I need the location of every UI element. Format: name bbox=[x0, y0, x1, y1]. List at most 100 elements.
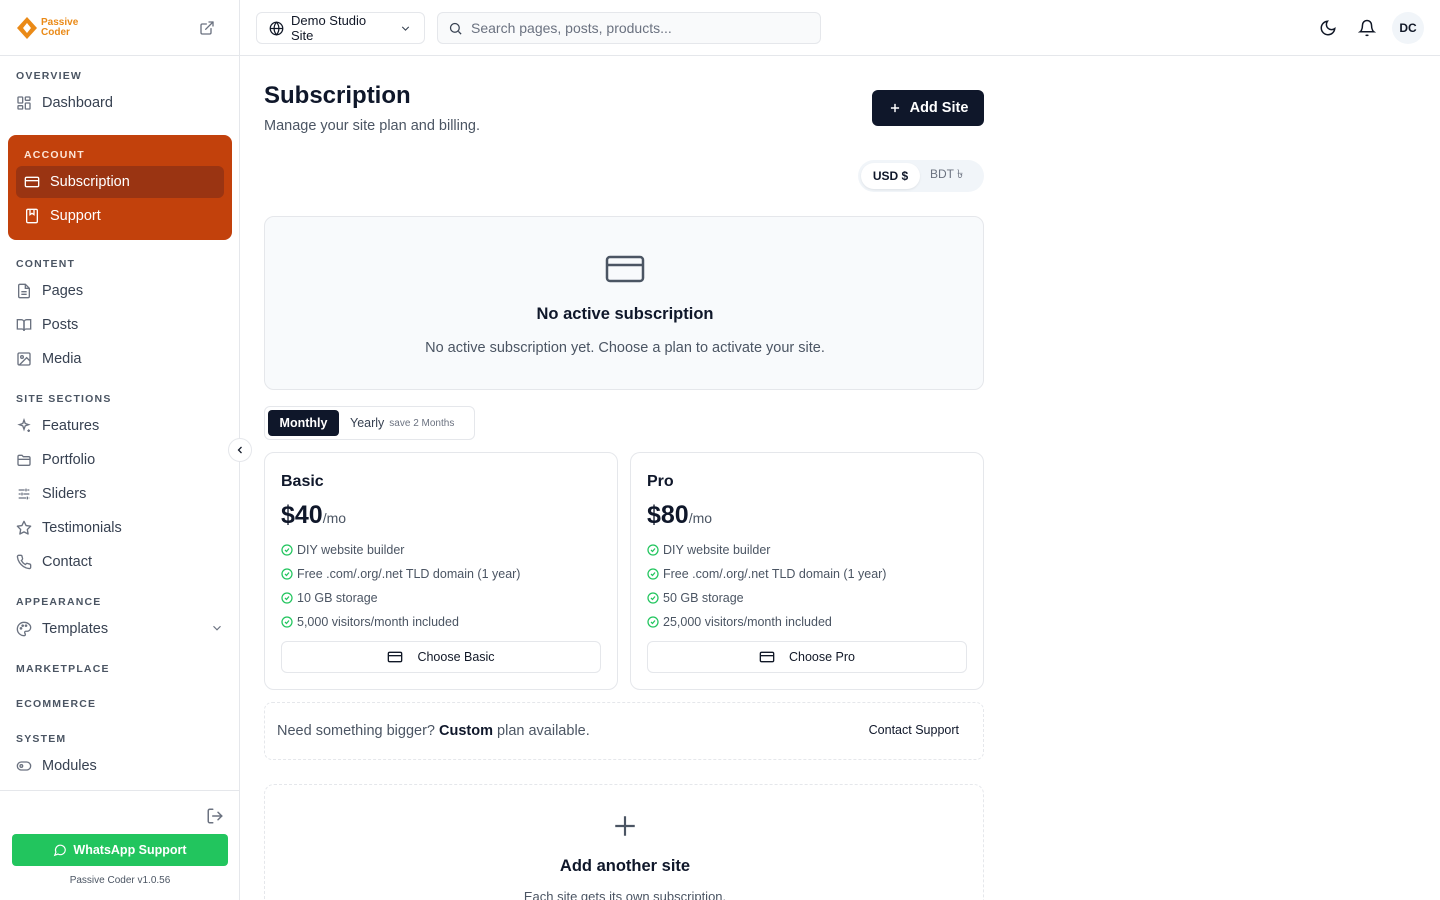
yearly-label: Yearly bbox=[350, 416, 385, 430]
check-circle-icon bbox=[647, 568, 659, 580]
chevron-down-icon[interactable] bbox=[210, 621, 224, 635]
empty-subscription-card: No active subscription No active subscri… bbox=[264, 216, 984, 390]
plan-feature-text: 50 GB storage bbox=[663, 591, 744, 605]
check-circle-icon bbox=[647, 544, 659, 556]
credit-card-icon bbox=[605, 255, 645, 283]
sidebar-item-label: Pages bbox=[42, 283, 84, 299]
sidebar-item-label: Media bbox=[42, 351, 82, 367]
sidebar-item-pages[interactable]: Pages bbox=[0, 274, 240, 308]
plan-name: Pro bbox=[647, 473, 674, 490]
sidebar: Passive Coder OVERVIEW Dashboard ACCOUNT… bbox=[0, 0, 240, 900]
section-label-system: SYSTEM bbox=[16, 733, 67, 745]
sidebar-item-portfolio[interactable]: Portfolio bbox=[0, 443, 240, 477]
choose-basic-label: Choose Basic bbox=[417, 650, 495, 664]
sidebar-item-sliders[interactable]: Sliders bbox=[0, 477, 240, 511]
logo-text-line2: Coder bbox=[41, 26, 70, 38]
plan-feature: 5,000 visitors/month included bbox=[281, 615, 459, 629]
plan-card-pro: Pro $80 /mo DIY website builder Free .co… bbox=[630, 452, 984, 690]
add-another-text: Each site gets its own subscription. bbox=[523, 889, 727, 900]
custom-plan-bold: Custom bbox=[439, 723, 494, 739]
site-selector[interactable]: Demo Studio Site bbox=[256, 12, 425, 44]
credit-card-icon bbox=[24, 174, 40, 190]
plan-feature: DIY website builder bbox=[281, 543, 404, 557]
sidebar-item-label: Portfolio bbox=[42, 452, 96, 468]
plan-price: $80 /mo bbox=[647, 501, 712, 530]
star-icon bbox=[16, 520, 32, 536]
message-circle-icon bbox=[53, 843, 67, 857]
plan-feature: 25,000 visitors/month included bbox=[647, 615, 832, 629]
moon-icon[interactable] bbox=[1319, 19, 1337, 37]
sliders-icon bbox=[16, 486, 32, 502]
choose-pro-button[interactable]: Choose Pro bbox=[647, 641, 967, 673]
sidebar-item-testimonials[interactable]: Testimonials bbox=[0, 511, 240, 545]
monthly-option[interactable]: Monthly bbox=[268, 410, 339, 436]
page-subtitle: Manage your site plan and billing. bbox=[264, 118, 481, 134]
plan-feature-text: DIY website builder bbox=[297, 543, 405, 557]
logout-icon[interactable] bbox=[206, 807, 224, 825]
yearly-save-note: save 2 Months bbox=[389, 417, 455, 429]
main-content: Subscription Manage your site plan and b… bbox=[264, 56, 984, 900]
add-another-site-card[interactable]: Add another site Each site gets its own … bbox=[264, 784, 984, 900]
avatar[interactable]: DC bbox=[1392, 12, 1424, 44]
whatsapp-support-button[interactable]: WhatsApp Support bbox=[12, 834, 228, 866]
plan-feature: Free .com/.org/.net TLD domain (1 year) bbox=[647, 567, 886, 581]
sidebar-item-label: Templates bbox=[42, 621, 109, 637]
section-label-site-sections: SITE SECTIONS bbox=[16, 393, 112, 405]
search-input[interactable] bbox=[471, 20, 801, 36]
version-text: Passive Coder v1.0.56 bbox=[69, 875, 171, 886]
add-site-button[interactable]: Add Site bbox=[872, 90, 984, 126]
plan-price: $40 /mo bbox=[281, 501, 346, 530]
sidebar-item-posts[interactable]: Posts bbox=[0, 308, 240, 342]
chevron-down-icon bbox=[399, 22, 412, 35]
currency-usd-option[interactable]: USD $ bbox=[861, 163, 920, 189]
sidebar-item-features[interactable]: Features bbox=[0, 409, 240, 443]
account-section: ACCOUNT Subscription Support bbox=[8, 135, 232, 240]
contact-support-button[interactable]: Contact Support bbox=[869, 723, 959, 737]
empty-state-title: No active subscription bbox=[536, 305, 714, 323]
logo-text-line1: Passive bbox=[41, 16, 79, 28]
collapse-sidebar-button[interactable] bbox=[228, 438, 252, 462]
check-circle-icon bbox=[647, 592, 659, 604]
plan-name: Basic bbox=[281, 473, 324, 490]
yearly-option[interactable]: Yearly save 2 Months bbox=[350, 410, 454, 436]
sparkles-icon bbox=[16, 418, 32, 434]
sidebar-item-label: Contact bbox=[42, 554, 92, 570]
sidebar-item-label: Features bbox=[42, 418, 100, 434]
choose-basic-button[interactable]: Choose Basic bbox=[281, 641, 601, 673]
plus-icon bbox=[612, 813, 638, 839]
bell-icon[interactable] bbox=[1358, 19, 1376, 37]
check-circle-icon bbox=[281, 544, 293, 556]
section-label-marketplace[interactable]: MARKETPLACE bbox=[0, 663, 110, 675]
sidebar-item-dashboard[interactable]: Dashboard bbox=[0, 86, 240, 120]
sidebar-item-media[interactable]: Media bbox=[0, 342, 240, 376]
sidebar-item-label: Testimonials bbox=[42, 520, 122, 536]
external-link-icon[interactable] bbox=[199, 20, 215, 36]
plan-feature-text: 5,000 visitors/month included bbox=[297, 615, 459, 629]
plan-feature-text: Free .com/.org/.net TLD domain (1 year) bbox=[297, 567, 521, 581]
plan-feature: Free .com/.org/.net TLD domain (1 year) bbox=[281, 567, 520, 581]
sidebar-item-subscription[interactable]: Subscription bbox=[16, 166, 224, 198]
whatsapp-support-label: WhatsApp Support bbox=[73, 843, 187, 857]
plan-feature-text: Free .com/.org/.net TLD domain (1 year) bbox=[663, 567, 887, 581]
sidebar-item-modules[interactable]: Modules bbox=[0, 749, 240, 783]
sidebar-item-contact[interactable]: Contact bbox=[0, 545, 240, 579]
logo[interactable]: Passive Coder bbox=[16, 16, 78, 40]
search-box[interactable] bbox=[437, 12, 821, 44]
custom-plan-text: Need something bigger? Custom plan avail… bbox=[277, 723, 590, 739]
check-circle-icon bbox=[647, 616, 659, 628]
add-site-label: Add Site bbox=[909, 100, 969, 116]
sidebar-item-label: Modules bbox=[42, 758, 97, 774]
section-label-content: CONTENT bbox=[16, 258, 76, 270]
credit-card-icon bbox=[387, 649, 403, 665]
sidebar-item-templates[interactable]: Templates bbox=[0, 612, 240, 646]
palette-icon bbox=[16, 621, 32, 637]
section-label-ecommerce[interactable]: ECOMMERCE bbox=[0, 698, 96, 710]
image-icon bbox=[16, 351, 32, 367]
plan-feature: 10 GB storage bbox=[281, 591, 378, 605]
custom-plan-banner: Need something bigger? Custom plan avail… bbox=[264, 702, 984, 760]
plan-price-amount: $40 bbox=[281, 501, 323, 529]
sidebar-item-support[interactable]: Support bbox=[16, 200, 224, 232]
currency-bdt-option[interactable]: BDT ৳ bbox=[930, 163, 963, 189]
add-another-title: Add another site bbox=[559, 857, 691, 875]
brand-header: Passive Coder bbox=[0, 0, 239, 56]
